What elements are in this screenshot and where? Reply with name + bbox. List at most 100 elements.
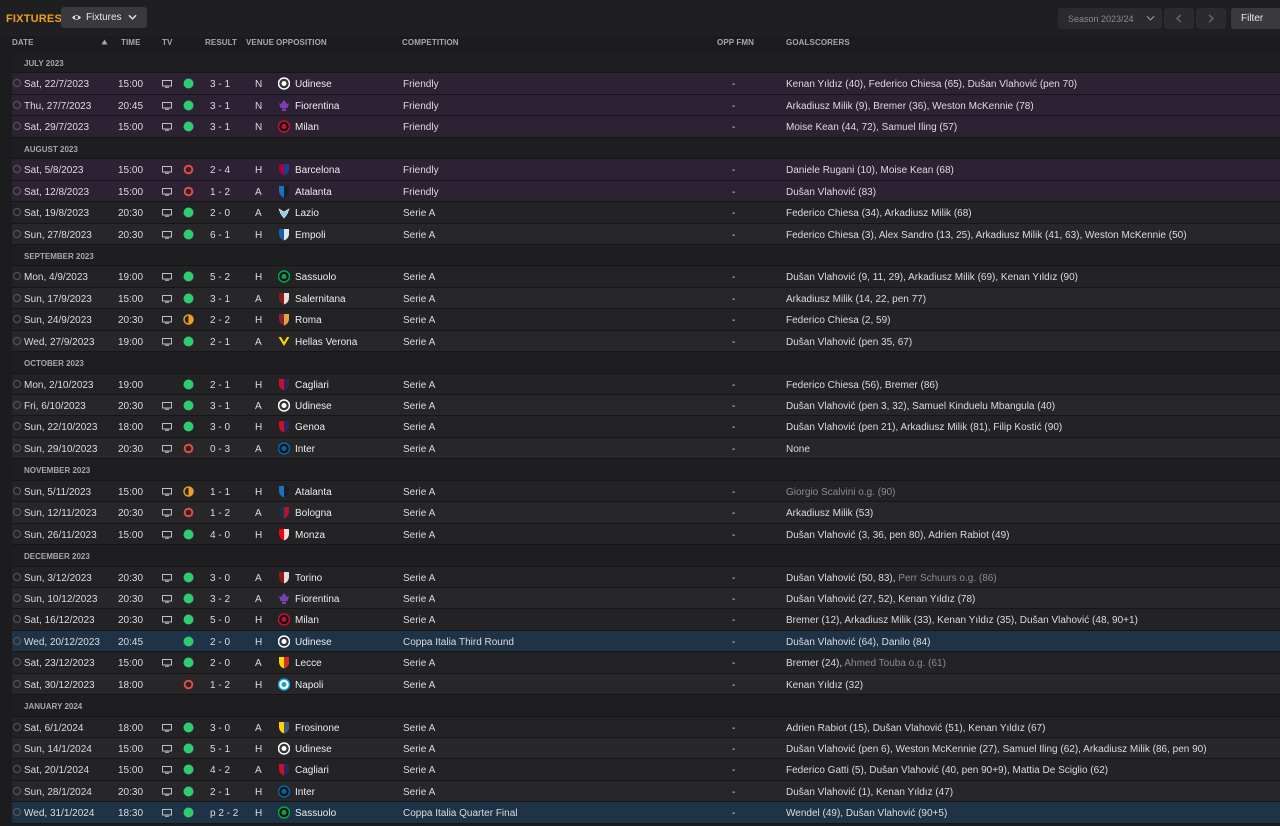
match-score[interactable]: 3 - 1 [210, 401, 230, 412]
competition-link[interactable]: Serie A [403, 380, 435, 391]
fixture-row[interactable]: Sun, 17/9/2023 15:00 3 - 1 A Salernitana Seri… [12, 287, 1280, 310]
opponent-link[interactable]: Genoa [295, 422, 325, 433]
match-score[interactable]: 3 - 1 [210, 294, 230, 305]
fixture-row[interactable]: Mon, 2/10/2023 19:00 2 - 1 H Cagliari Serie A… [12, 373, 1280, 395]
match-score[interactable]: 4 - 2 [210, 765, 230, 776]
match-score[interactable]: 2 - 0 [210, 637, 230, 648]
opponent-link[interactable]: Inter [295, 787, 315, 798]
opponent-link[interactable]: Inter [295, 444, 315, 455]
fixture-row[interactable]: Sun, 24/9/2023 20:30 2 - 2 H Roma Serie A - Fed… [12, 309, 1280, 331]
competition-link[interactable]: Serie A [403, 315, 435, 326]
match-score[interactable]: 6 - 1 [210, 230, 230, 241]
opponent-link[interactable]: Roma [295, 315, 322, 326]
match-score[interactable]: 1 - 2 [210, 508, 230, 519]
fixture-row[interactable]: Sun, 5/11/2023 15:00 1 - 1 H Atalanta Serie A… [12, 480, 1280, 503]
fixture-row[interactable]: Wed, 27/9/2023 19:00 2 - 1 A Hellas Verona Se… [12, 330, 1280, 353]
competition-link[interactable]: Friendly [403, 122, 439, 133]
fixture-row[interactable]: Sun, 3/12/2023 20:30 3 - 0 A Torino Serie A - D… [12, 566, 1280, 588]
competition-link[interactable]: Serie A [403, 208, 435, 219]
fixture-row[interactable]: Sat, 19/8/2023 20:30 2 - 0 A Lazio Serie A - Fe… [12, 202, 1280, 224]
fixture-row[interactable]: Sat, 5/8/2023 15:00 2 - 4 H Barcelona Friendl… [12, 159, 1280, 181]
match-score[interactable]: 5 - 2 [210, 272, 230, 283]
fixture-row[interactable]: Sun, 14/1/2024 15:00 5 - 1 H Udinese Serie A -… [12, 738, 1280, 760]
fixture-row[interactable]: Sat, 22/7/2023 15:00 3 - 1 N Udinese Friendly… [12, 73, 1280, 95]
match-score[interactable]: 4 - 0 [210, 530, 230, 541]
fixture-row[interactable]: Sun, 10/12/2023 20:30 3 - 2 A Fiorentina Seri… [12, 587, 1280, 610]
match-score[interactable]: 3 - 0 [210, 573, 230, 584]
fixture-row[interactable]: Sat, 16/12/2023 20:30 5 - 0 H Milan Serie A - B… [12, 609, 1280, 631]
opponent-link[interactable]: Sassuolo [295, 272, 336, 283]
row-select-radio[interactable] [13, 744, 21, 752]
opponent-link[interactable]: Milan [295, 122, 319, 133]
row-select-radio[interactable] [13, 615, 21, 624]
row-select-radio[interactable] [13, 208, 21, 217]
col-header-competition[interactable]: Competition [402, 38, 459, 47]
col-header-goalscorers[interactable]: Goalscorers [786, 38, 850, 47]
match-score[interactable]: 2 - 4 [210, 165, 230, 176]
fixture-row[interactable]: Sat, 30/12/2023 18:00 1 - 2 H Napoli Serie A -… [12, 673, 1280, 696]
fixture-row[interactable]: Sun, 22/10/2023 18:00 3 - 0 H Genoa Serie A - D… [12, 416, 1280, 438]
match-score[interactable]: 2 - 1 [210, 787, 230, 798]
competition-link[interactable]: Serie A [403, 508, 435, 519]
competition-link[interactable]: Serie A [403, 444, 435, 455]
row-select-radio[interactable] [13, 508, 21, 517]
fixture-row[interactable]: Sun, 29/10/2023 20:30 0 - 3 A Inter Serie A - N… [12, 437, 1280, 460]
view-dropdown[interactable]: Fixtures [61, 7, 147, 28]
competition-link[interactable]: Friendly [403, 79, 439, 90]
match-score[interactable]: 0 - 3 [210, 444, 230, 455]
fixture-row[interactable]: Sat, 23/12/2023 15:00 2 - 0 A Lecce Serie A - B… [12, 652, 1280, 674]
match-score[interactable]: 3 - 2 [210, 594, 230, 605]
previous-season-button[interactable] [1164, 8, 1194, 29]
match-score[interactable]: p 2 - 2 [210, 808, 238, 819]
fixture-row[interactable]: Thu, 27/7/2023 20:45 3 - 1 N Fiorentina Frien… [12, 94, 1280, 117]
opponent-link[interactable]: Frosinone [295, 723, 339, 734]
opponent-link[interactable]: Fiorentina [295, 594, 339, 605]
opponent-link[interactable]: Barcelona [295, 165, 340, 176]
competition-link[interactable]: Serie A [403, 680, 435, 691]
fixture-row[interactable]: Mon, 4/9/2023 19:00 5 - 2 H Sassuolo Serie A -… [12, 266, 1280, 288]
fixture-row[interactable]: Sun, 28/1/2024 20:30 2 - 1 H Inter Serie A - Du… [12, 780, 1280, 803]
row-select-radio[interactable] [13, 443, 21, 452]
match-score[interactable]: 2 - 2 [210, 315, 230, 326]
fixture-row[interactable]: Fri, 6/10/2023 20:30 3 - 1 A Udinese Serie A -… [12, 395, 1280, 417]
row-select-radio[interactable] [13, 401, 21, 409]
opponent-link[interactable]: Cagliari [295, 380, 329, 391]
row-select-radio[interactable] [13, 658, 21, 667]
competition-link[interactable]: Friendly [403, 187, 439, 198]
competition-link[interactable]: Serie A [403, 573, 435, 584]
row-select-radio[interactable] [13, 100, 21, 109]
opponent-link[interactable]: Udinese [295, 744, 332, 755]
opponent-link[interactable]: Lazio [295, 208, 319, 219]
opponent-link[interactable]: Atalanta [295, 487, 332, 498]
fixture-row[interactable]: Wed, 20/12/2023 20:45 2 - 0 H Udinese Coppa I… [12, 630, 1280, 653]
fixture-row[interactable]: Sat, 6/1/2024 18:00 3 - 0 A Frosinone Serie A… [12, 716, 1280, 738]
col-header-opp-fmn[interactable]: Opp FMN [717, 38, 754, 47]
match-score[interactable]: 3 - 1 [210, 122, 230, 133]
match-score[interactable]: 3 - 0 [210, 723, 230, 734]
competition-link[interactable]: Serie A [403, 401, 435, 412]
fixture-row[interactable]: Wed, 31/1/2024 18:30 p 2 - 2 H Sassuolo Coppa… [12, 802, 1280, 824]
row-select-radio[interactable] [13, 636, 21, 645]
next-season-button[interactable] [1196, 8, 1226, 29]
competition-link[interactable]: Serie A [403, 337, 435, 348]
opponent-link[interactable]: Monza [295, 530, 325, 541]
row-select-radio[interactable] [13, 422, 21, 431]
opponent-link[interactable]: Udinese [295, 401, 332, 412]
competition-link[interactable]: Serie A [403, 787, 435, 798]
row-select-radio[interactable] [13, 186, 21, 195]
row-select-radio[interactable] [13, 165, 21, 174]
match-score[interactable]: 2 - 0 [210, 208, 230, 219]
competition-link[interactable]: Friendly [403, 101, 439, 112]
match-score[interactable]: 2 - 1 [210, 380, 230, 391]
row-select-radio[interactable] [13, 808, 21, 817]
row-select-radio[interactable] [13, 486, 21, 495]
opponent-link[interactable]: Hellas Verona [295, 337, 357, 348]
col-header-venue[interactable]: Venue [246, 38, 274, 47]
competition-link[interactable]: Serie A [403, 272, 435, 283]
opponent-link[interactable]: Udinese [295, 637, 332, 648]
competition-link[interactable]: Friendly [403, 165, 439, 176]
row-select-radio[interactable] [13, 293, 21, 302]
row-select-radio[interactable] [13, 593, 21, 602]
season-dropdown[interactable]: Season 2023/24 [1058, 8, 1162, 29]
match-score[interactable]: 2 - 0 [210, 658, 230, 669]
